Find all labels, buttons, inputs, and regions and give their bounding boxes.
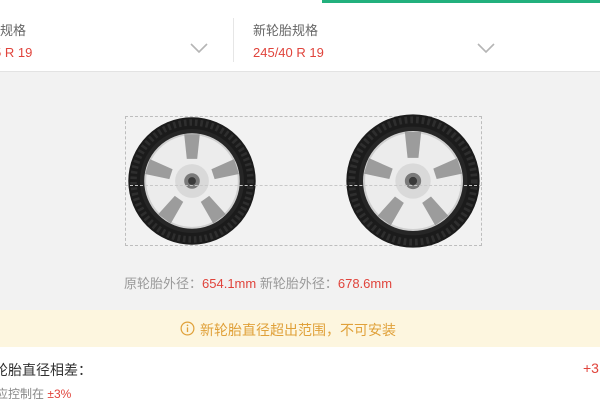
tolerance-hint: 应控制在 ±3% bbox=[0, 385, 71, 400]
difference-value: +3 bbox=[583, 360, 599, 376]
warning-banner: 新轮胎直径超出范围，不可安装 bbox=[0, 310, 600, 347]
hint-prefix: 应控制在 bbox=[0, 387, 45, 400]
info-circle-icon bbox=[180, 321, 195, 336]
original-tire-title: 胎规格 bbox=[0, 23, 27, 38]
new-diameter-label: 新轮胎外径： bbox=[259, 276, 338, 291]
new-tire-icon bbox=[346, 114, 480, 248]
center-guide-line bbox=[125, 185, 482, 186]
new-tire-value[interactable]: 245/40 R 19 bbox=[253, 45, 324, 60]
tire-comparison-stage: 原轮胎外径：654.1mm 新轮胎外径：678.6mm bbox=[0, 72, 600, 310]
hint-value: ±3% bbox=[47, 387, 72, 400]
original-tire-icon bbox=[128, 117, 256, 245]
new-tire-selector[interactable]: 新轮胎规格 245/40 R 19 bbox=[234, 8, 600, 72]
original-diameter-label: 原轮胎外径： bbox=[124, 276, 203, 291]
tire-spec-selectors: 胎规格 5 R 19 新轮胎规格 245/40 R 19 bbox=[0, 8, 600, 72]
diameter-difference-section: 轮胎直径相差： +3 应控制在 ±3% bbox=[0, 347, 600, 400]
new-tire-title: 新轮胎规格 bbox=[253, 23, 319, 38]
chevron-down-icon[interactable] bbox=[189, 42, 209, 54]
original-tire-value[interactable]: 5 R 19 bbox=[0, 45, 32, 60]
chevron-down-icon[interactable] bbox=[476, 42, 496, 54]
difference-title: 轮胎直径相差： bbox=[0, 362, 92, 378]
new-diameter-value: 678.6mm bbox=[337, 276, 393, 291]
top-tab-bar bbox=[0, 0, 600, 8]
warning-text: 新轮胎直径超出范围，不可安装 bbox=[200, 322, 396, 338]
diameter-readout: 原轮胎外径：654.1mm 新轮胎外径：678.6mm bbox=[124, 273, 392, 292]
original-diameter-value: 654.1mm bbox=[202, 276, 257, 291]
active-tab-indicator bbox=[322, 0, 600, 3]
original-tire-selector[interactable]: 胎规格 5 R 19 bbox=[0, 8, 232, 72]
